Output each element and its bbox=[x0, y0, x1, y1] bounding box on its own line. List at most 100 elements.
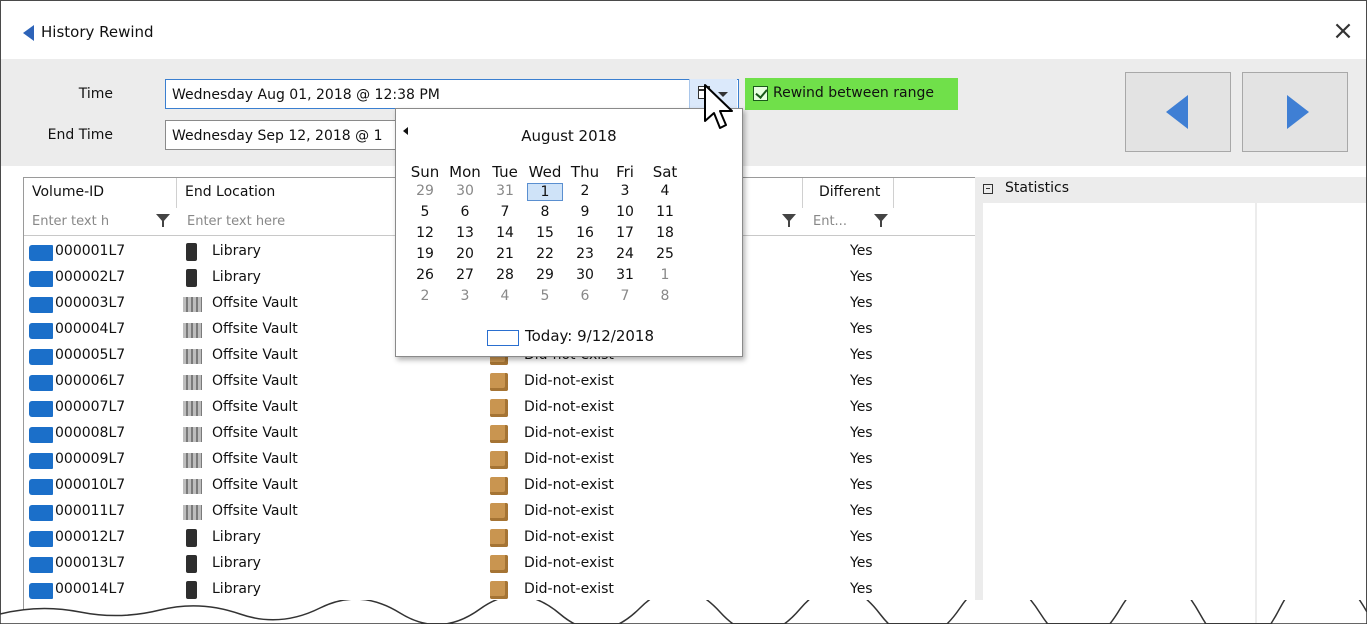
calendar-day[interactable]: 7 bbox=[607, 288, 643, 304]
statistics-title: Statistics bbox=[1005, 180, 1069, 196]
weekday-label: Fri bbox=[616, 163, 634, 181]
calendar-day[interactable]: 4 bbox=[487, 288, 523, 304]
different-cell: Yes bbox=[850, 581, 873, 597]
filter-icon[interactable] bbox=[156, 214, 170, 228]
calendar-day[interactable]: 2 bbox=[407, 288, 443, 304]
calendar-day[interactable]: 4 bbox=[647, 183, 683, 199]
calendar-day[interactable]: 31 bbox=[487, 183, 523, 199]
tape-icon bbox=[29, 427, 53, 443]
calendar-day[interactable]: 30 bbox=[567, 267, 603, 283]
weekday-label: Wed bbox=[528, 163, 562, 181]
calendar-day[interactable]: 27 bbox=[447, 267, 483, 283]
table-row[interactable]: 000008L7 Offsite Vault Did-not-exist Yes bbox=[24, 422, 976, 448]
start-location-cell: Did-not-exist bbox=[524, 555, 614, 571]
calendar-day[interactable]: 30 bbox=[447, 183, 483, 199]
today-link[interactable]: Today: 9/12/2018 bbox=[525, 327, 654, 345]
different-cell: Yes bbox=[850, 425, 873, 441]
calendar-day[interactable]: 9 bbox=[567, 204, 603, 220]
calendar-day[interactable]: 31 bbox=[607, 267, 643, 283]
table-row[interactable]: 000012L7 Library Did-not-exist Yes bbox=[24, 526, 976, 552]
calendar-day[interactable]: 17 bbox=[607, 225, 643, 241]
calendar-day[interactable]: 5 bbox=[527, 288, 563, 304]
column-header-different[interactable]: Different bbox=[803, 178, 894, 208]
calendar-day[interactable]: 21 bbox=[487, 246, 523, 262]
collapse-icon[interactable] bbox=[983, 184, 993, 194]
checkbox-checked-icon[interactable] bbox=[753, 86, 768, 101]
calendar-day[interactable]: 7 bbox=[487, 204, 523, 220]
calendar-day[interactable]: 18 bbox=[647, 225, 683, 241]
calendar-day[interactable]: 22 bbox=[527, 246, 563, 262]
different-cell: Yes bbox=[850, 347, 873, 363]
volume-id-filter-input[interactable]: Enter text h bbox=[26, 211, 152, 233]
calendar-day-selected[interactable]: 1 bbox=[527, 183, 563, 201]
table-row[interactable]: 000009L7 Offsite Vault Did-not-exist Yes bbox=[24, 448, 976, 474]
calendar-day[interactable]: 3 bbox=[447, 288, 483, 304]
tape-icon bbox=[29, 531, 53, 547]
calendar-day[interactable]: 1 bbox=[647, 267, 683, 283]
end-location-filter-input[interactable]: Enter text here bbox=[181, 211, 387, 233]
start-location-cell: Did-not-exist bbox=[524, 451, 614, 467]
different-cell: Yes bbox=[850, 477, 873, 493]
calendar-day[interactable]: 5 bbox=[407, 204, 443, 220]
calendar-day[interactable]: 15 bbox=[527, 225, 563, 241]
tape-icon bbox=[29, 271, 53, 287]
filter-icon[interactable] bbox=[874, 214, 888, 228]
calendar-day[interactable]: 8 bbox=[647, 288, 683, 304]
rewind-back-button[interactable] bbox=[1125, 72, 1231, 152]
calendar-day[interactable]: 23 bbox=[567, 246, 603, 262]
volume-id-cell: 000004L7 bbox=[55, 321, 126, 337]
volume-id-cell: 000011L7 bbox=[55, 503, 126, 519]
table-row[interactable]: 000007L7 Offsite Vault Did-not-exist Yes bbox=[24, 396, 976, 422]
end-location-cell: Library bbox=[212, 529, 261, 545]
back-arrow-icon[interactable] bbox=[23, 25, 34, 41]
different-cell: Yes bbox=[850, 295, 873, 311]
box-icon bbox=[490, 555, 508, 573]
different-filter-input[interactable]: Ent... bbox=[807, 211, 863, 233]
different-cell: Yes bbox=[850, 451, 873, 467]
calendar-day[interactable]: 29 bbox=[527, 267, 563, 283]
calendar-day[interactable]: 6 bbox=[567, 288, 603, 304]
column-header-volume-id[interactable]: Volume-ID bbox=[24, 178, 177, 208]
calendar-day[interactable]: 2 bbox=[567, 183, 603, 199]
calendar-day[interactable]: 6 bbox=[447, 204, 483, 220]
time-input[interactable]: Wednesday Aug 01, 2018 @ 12:38 PM bbox=[165, 79, 739, 109]
tape-icon bbox=[29, 349, 53, 365]
close-button[interactable]: × bbox=[1327, 15, 1359, 47]
different-cell: Yes bbox=[850, 399, 873, 415]
table-row[interactable]: 000010L7 Offsite Vault Did-not-exist Yes bbox=[24, 474, 976, 500]
torn-edge-decoration bbox=[0, 600, 1367, 624]
calendar-day[interactable]: 10 bbox=[607, 204, 643, 220]
calendar-day[interactable]: 16 bbox=[567, 225, 603, 241]
end-location-cell: Offsite Vault bbox=[212, 503, 298, 519]
calendar-day[interactable]: 29 bbox=[407, 183, 443, 199]
weekday-label: Thu bbox=[570, 163, 600, 181]
end-location-cell: Offsite Vault bbox=[212, 477, 298, 493]
tape-icon bbox=[29, 323, 53, 339]
calendar-day[interactable]: 8 bbox=[527, 204, 563, 220]
calendar-day[interactable]: 26 bbox=[407, 267, 443, 283]
calendar-day[interactable]: 20 bbox=[447, 246, 483, 262]
arrow-right-icon bbox=[1287, 95, 1309, 129]
rewind-between-range-label: Rewind between range bbox=[773, 85, 934, 101]
volume-id-cell: 000014L7 bbox=[55, 581, 126, 597]
calendar-day[interactable]: 11 bbox=[647, 204, 683, 220]
time-label: Time bbox=[78, 86, 113, 102]
end-time-input[interactable]: Wednesday Sep 12, 2018 @ 1 bbox=[165, 120, 405, 150]
calendar-day[interactable]: 28 bbox=[487, 267, 523, 283]
volume-id-cell: 000009L7 bbox=[55, 451, 126, 467]
table-row[interactable]: 000011L7 Offsite Vault Did-not-exist Yes bbox=[24, 500, 976, 526]
calendar-day[interactable]: 25 bbox=[647, 246, 683, 262]
calendar-day[interactable]: 19 bbox=[407, 246, 443, 262]
table-row[interactable]: 000013L7 Library Did-not-exist Yes bbox=[24, 552, 976, 578]
table-row[interactable]: 000006L7 Offsite Vault Did-not-exist Yes bbox=[24, 370, 976, 396]
calendar-day[interactable]: 24 bbox=[607, 246, 643, 262]
calendar-day[interactable]: 3 bbox=[607, 183, 643, 199]
calendar-day[interactable]: 14 bbox=[487, 225, 523, 241]
rewind-forward-button[interactable] bbox=[1242, 72, 1348, 152]
end-location-cell: Library bbox=[212, 243, 261, 259]
calendar-day[interactable]: 13 bbox=[447, 225, 483, 241]
calendar-day[interactable]: 12 bbox=[407, 225, 443, 241]
statistics-content bbox=[983, 203, 1255, 623]
rewind-between-range-checkbox[interactable]: Rewind between range bbox=[745, 78, 958, 110]
filter-icon[interactable] bbox=[782, 214, 796, 228]
